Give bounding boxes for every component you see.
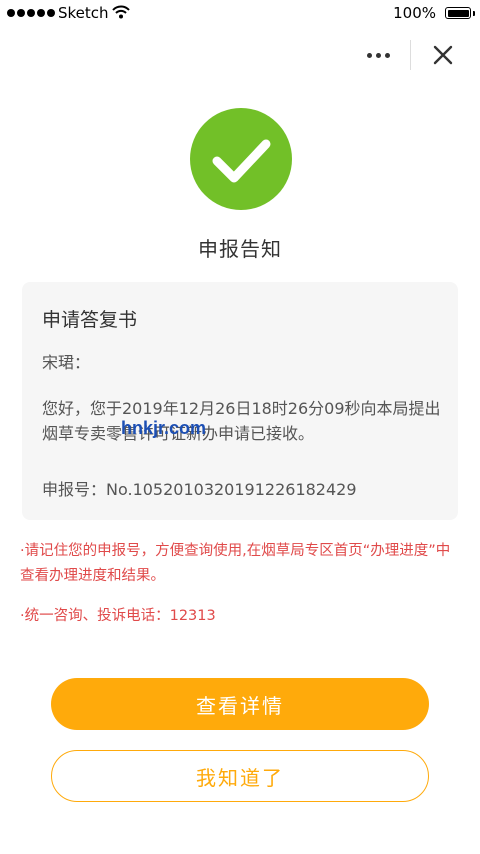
- close-icon[interactable]: [426, 38, 460, 72]
- notice-hotline: ·统一咨询、投诉电话：12313: [20, 608, 216, 624]
- battery-icon: [445, 7, 471, 19]
- page-title: 申报告知: [198, 237, 282, 261]
- status-bar: Sketch 100%: [0, 0, 480, 28]
- view-details-button[interactable]: 查看详情: [51, 678, 429, 730]
- wifi-icon: [112, 5, 130, 23]
- watermark-text: hnkjr.com: [121, 418, 207, 438]
- got-it-button[interactable]: 我知道了: [51, 750, 429, 802]
- reply-card: 申请答复书 宋珺： 您好，您于2019年12月26日18时26分09秒向本局提出…: [22, 282, 458, 520]
- application-number: 申报号：No.1052010320191226182429: [42, 480, 357, 499]
- card-greeting: 宋珺：: [42, 353, 91, 372]
- notice-reminder: ·请记住您的申报号，方便查询使用,在烟草局专区首页“办理进度”中查看办理进度和结…: [20, 543, 451, 584]
- card-body: 您好，您于2019年12月26日18时26分09秒向本局提出 烟草专卖零售许可证…: [42, 399, 441, 443]
- battery-percent: 100%: [393, 4, 436, 22]
- more-dots-icon[interactable]: [360, 40, 396, 70]
- card-title: 申请答复书: [42, 309, 138, 331]
- signal-strength-icon: [7, 9, 55, 17]
- nav-divider: [410, 40, 411, 70]
- carrier-name: Sketch: [58, 4, 109, 22]
- battery-tip: [473, 11, 475, 16]
- check-circle-icon: [190, 108, 292, 210]
